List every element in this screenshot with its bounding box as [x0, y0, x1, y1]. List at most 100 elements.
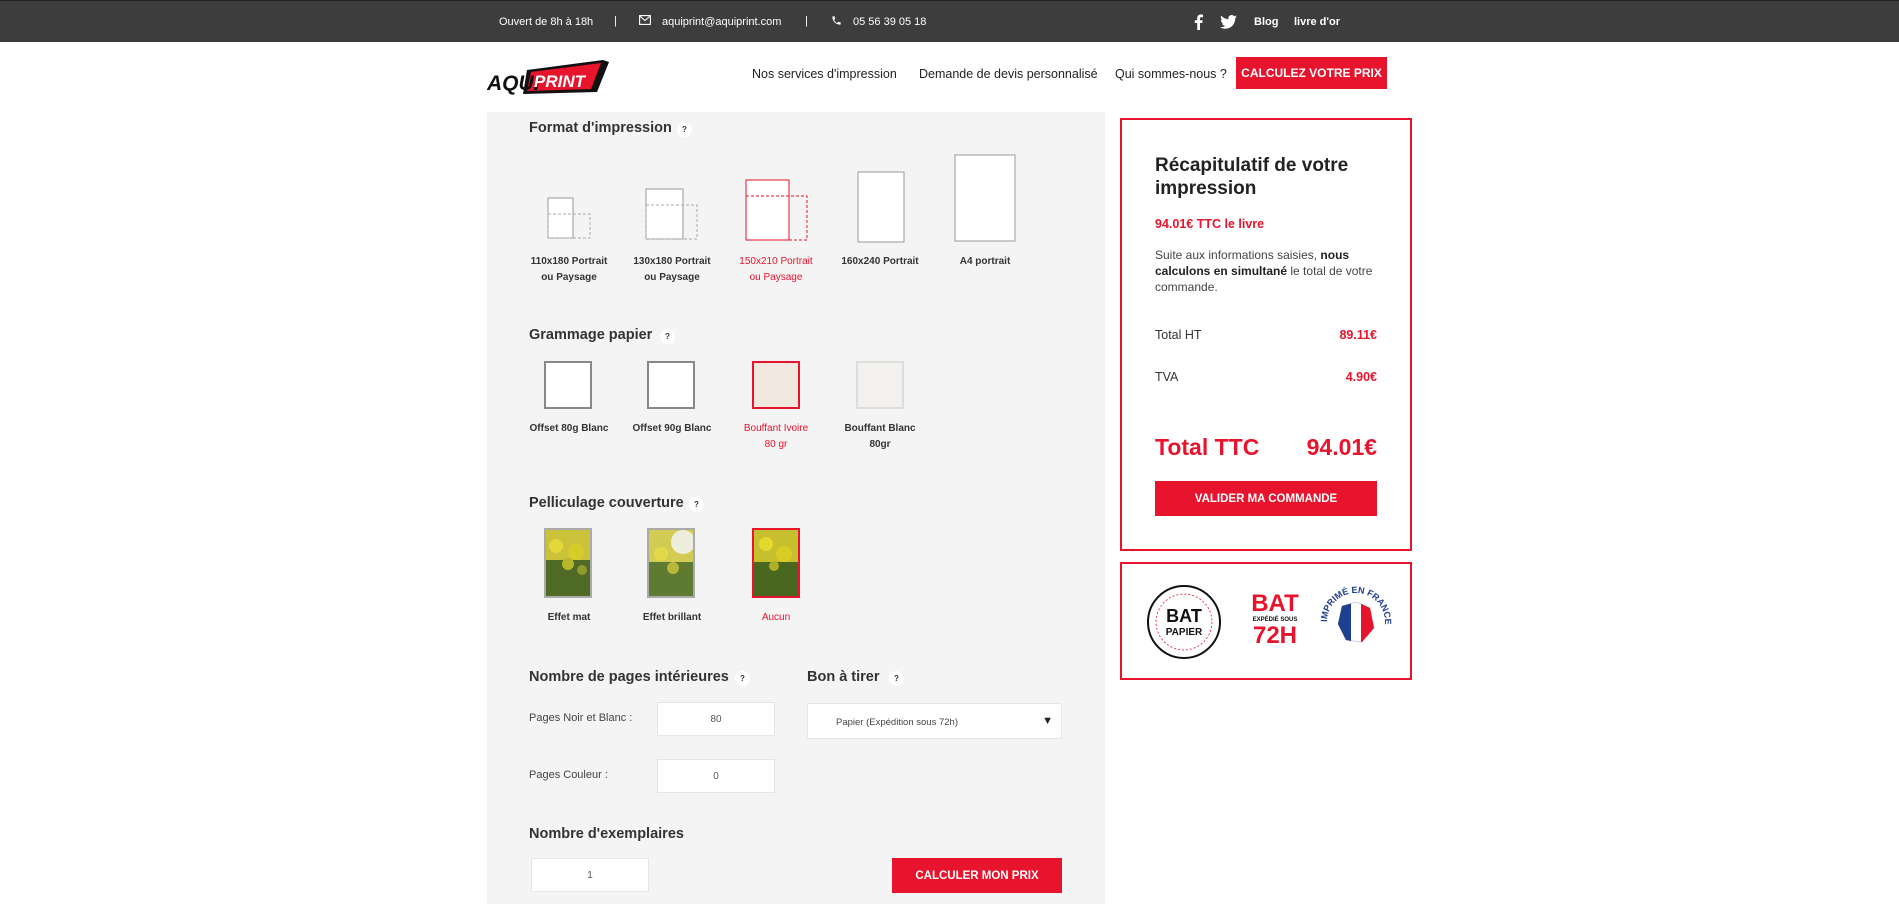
total-ttc-label: Total TTC: [1155, 434, 1260, 460]
nav-quote[interactable]: Demande de devis personnalisé: [919, 67, 1098, 81]
bat-72h-badge: BAT EXPÉDIÉ SOUS 72H: [1240, 592, 1310, 648]
pages-title: Nombre de pages intérieures: [529, 669, 729, 685]
summary-title: Récapitulatif de votre impression: [1155, 155, 1349, 199]
calculate-price-cta[interactable]: CALCULEZ VOTRE PRIX: [1236, 57, 1387, 89]
twitter-icon[interactable]: [1220, 15, 1237, 29]
lamination-mat-thumbnail[interactable]: [544, 528, 592, 598]
guestbook-link[interactable]: livre d'or: [1294, 16, 1340, 28]
tva-value: 4.90€: [1345, 370, 1377, 384]
option-label: A4 portrait: [959, 256, 1011, 267]
order-summary: Récapitulatif de votre impression 94.01€…: [1120, 118, 1412, 551]
validate-order-button[interactable]: VALIDER MA COMMANDE: [1155, 481, 1377, 516]
lamination-option-mat[interactable]: Effet mat: [519, 610, 619, 626]
blog-link[interactable]: Blog: [1254, 16, 1278, 28]
made-in-france-badge: IMPRIMÉ EN FRANCE: [1318, 584, 1394, 665]
summary-description: Suite aux informations saisies, nous cal…: [1155, 247, 1385, 295]
option-label: 150x210 Portrait: [739, 256, 813, 267]
logo-text-print: PRINT: [534, 72, 587, 91]
lamination-option-none[interactable]: Aucun: [726, 610, 826, 626]
paper-offset-80-swatch[interactable]: [544, 361, 592, 409]
total-ttc-value: 94.01€: [1306, 434, 1377, 460]
bw-pages-label: Pages Noir et Blanc :: [529, 712, 633, 724]
option-label: 130x180 Portrait: [633, 256, 711, 267]
option-label: 80 gr: [764, 439, 788, 450]
color-pages-input[interactable]: 0: [657, 759, 775, 793]
calculate-my-price-button[interactable]: CALCULER MON PRIX: [892, 858, 1062, 893]
lamination-title: Pelliculage couverture: [529, 495, 684, 511]
nav-services[interactable]: Nos services d'impression: [752, 67, 897, 81]
option-label: ou Paysage: [644, 272, 700, 283]
paper-title: Grammage papier: [529, 327, 653, 343]
guarantee-badges: BAT PAPIER BAT EXPÉDIÉ SOUS 72H IMPRIMÉ …: [1120, 562, 1412, 680]
bat-paper-big: BAT: [1166, 606, 1202, 626]
top-bar: Ouvert de 8h à 18h | aquiprint@aquiprint…: [0, 0, 1899, 42]
aquiprint-logo[interactable]: AQUI PRINT: [486, 58, 609, 98]
total-ht-label: Total HT: [1155, 328, 1202, 342]
lamination-gloss-thumbnail[interactable]: [647, 528, 695, 598]
paper-bouffant-blanc-swatch[interactable]: [856, 361, 904, 409]
bat-paper-small: PAPIER: [1166, 627, 1203, 638]
pages-help-icon[interactable]: ?: [735, 671, 750, 686]
email-link[interactable]: aquiprint@aquiprint.com: [662, 16, 781, 28]
paper-option-bouffant-ivoire[interactable]: Bouffant Ivoire 80 gr: [726, 421, 826, 453]
format-option-150x210[interactable]: 150x210 Portrait ou Paysage: [726, 254, 826, 286]
format-110x180-icon[interactable]: [547, 197, 593, 244]
site-header: AQUI PRINT Nos services d'impression Dem…: [0, 42, 1899, 112]
bat-paper-badge: BAT PAPIER: [1146, 584, 1222, 665]
color-pages-label: Pages Couleur :: [529, 769, 608, 781]
format-option-130x180[interactable]: 130x180 Portrait ou Paysage: [622, 254, 722, 286]
total-ht-value: 89.11€: [1339, 328, 1377, 342]
format-130x180-icon[interactable]: [645, 188, 699, 245]
facebook-icon[interactable]: [1194, 14, 1203, 30]
proof-help-icon[interactable]: ?: [889, 671, 904, 686]
lamination-option-gloss[interactable]: Effet brillant: [622, 610, 722, 626]
format-option-160x240[interactable]: 160x240 Portrait: [830, 254, 930, 270]
paper-option-offset-80[interactable]: Offset 80g Blanc: [519, 421, 619, 437]
desc-text: Suite aux informations saisies,: [1155, 248, 1321, 262]
option-label: ou Paysage: [541, 272, 597, 283]
option-label: 160x240 Portrait: [841, 256, 919, 267]
unit-price: 94.01€ TTC le livre: [1155, 217, 1265, 231]
option-label: Effet brillant: [642, 612, 702, 623]
copies-title: Nombre d'exemplaires: [529, 826, 684, 842]
bat-72h-big: BAT: [1251, 590, 1299, 617]
format-a4-icon[interactable]: [954, 154, 1016, 247]
option-label: Effet mat: [547, 612, 591, 623]
option-label: 80gr: [869, 439, 891, 450]
format-option-a4[interactable]: A4 portrait: [935, 254, 1035, 270]
lamination-none-thumbnail[interactable]: [752, 528, 800, 598]
paper-offset-90-swatch[interactable]: [647, 361, 695, 409]
option-label: ou Paysage: [749, 272, 803, 283]
bat-72h-time: 72H: [1252, 622, 1298, 649]
option-label: Bouffant Blanc: [844, 423, 916, 434]
format-option-110x180[interactable]: 110x180 Portrait ou Paysage: [519, 254, 619, 286]
tva-label: TVA: [1155, 370, 1179, 384]
opening-hours: Ouvert de 8h à 18h: [499, 16, 594, 28]
separator: |: [805, 15, 808, 27]
paper-bouffant-ivoire-swatch[interactable]: [752, 361, 800, 409]
nav-about[interactable]: Qui sommes-nous ?: [1115, 67, 1227, 81]
lamination-help-icon[interactable]: ?: [689, 497, 704, 512]
option-label: 110x180 Portrait: [530, 256, 608, 267]
phone-number[interactable]: 05 56 39 05 18: [853, 16, 926, 28]
option-label: Offset 80g Blanc: [529, 423, 609, 434]
paper-option-bouffant-blanc[interactable]: Bouffant Blanc 80gr: [830, 421, 930, 453]
format-title: Format d'impression: [529, 120, 672, 136]
bw-pages-input[interactable]: 80: [657, 702, 775, 736]
paper-help-icon[interactable]: ?: [660, 329, 675, 344]
format-160x240-icon[interactable]: [857, 171, 905, 248]
option-label: Bouffant Ivoire: [743, 423, 809, 434]
mail-icon: [639, 15, 651, 25]
option-label: Aucun: [761, 612, 791, 623]
proof-selected-value: Papier (Expédition sous 72h): [836, 717, 958, 728]
separator: |: [614, 15, 617, 27]
option-label: Offset 90g Blanc: [632, 423, 712, 434]
format-help-icon[interactable]: ?: [677, 122, 692, 137]
format-150x210-icon[interactable]: [745, 179, 809, 246]
proof-select[interactable]: Papier (Expédition sous 72h) ▼: [807, 703, 1062, 739]
copies-input[interactable]: 1: [531, 858, 649, 892]
logo-text-aqui: AQUI: [487, 72, 541, 95]
paper-option-offset-90[interactable]: Offset 90g Blanc: [622, 421, 722, 437]
dropdown-arrow-icon: ▼: [1042, 715, 1053, 727]
print-configurator: Format d'impression ? 110x180 Portrait o…: [487, 112, 1105, 904]
